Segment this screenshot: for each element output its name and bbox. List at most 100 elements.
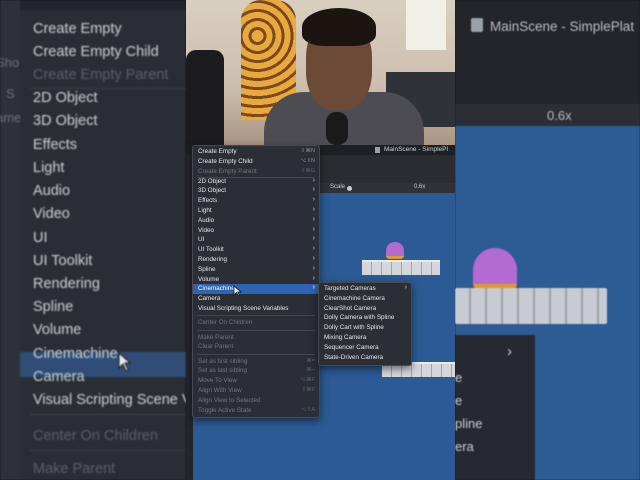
menu-item-label: Create Empty: [198, 148, 237, 155]
menu-item-label: Audio: [198, 216, 215, 224]
background-menu-item: Effects: [33, 137, 78, 153]
background-menu: Create Empty Create Empty Child Create E…: [20, 10, 186, 480]
menu-item-spline[interactable]: Spline ›: [193, 265, 319, 275]
menu-item-label: 2D Object: [198, 177, 226, 185]
scene-title[interactable]: MainScene - SimplePl: [384, 146, 448, 153]
submenu-item-label: Targeted Cameras: [324, 285, 376, 292]
submenu-item-label: Sequencer Camera: [324, 343, 379, 351]
menu-item-toggle-active-state[interactable]: Toggle Active State ⌥⇧A: [193, 406, 319, 416]
menu-item-move-to-view[interactable]: Move To View ⌥⌘F: [193, 376, 319, 386]
menu-item-label: Effects: [198, 197, 218, 205]
background-strip-text: ame: [0, 110, 22, 125]
background-menu-item: 2D Object: [33, 90, 98, 106]
webcam-overlay: [186, 0, 455, 145]
menu-item-label: Light: [198, 206, 212, 214]
menu-item-create-empty-child[interactable]: Create Empty Child ⌥⇧N: [193, 157, 319, 167]
scale-value: 0.6x: [414, 184, 426, 190]
menu-item-audio[interactable]: Audio ›: [193, 216, 319, 226]
menu-item-create-empty[interactable]: Create Empty ⇧⌘N: [193, 147, 319, 157]
menu-item-effects[interactable]: Effects ›: [193, 196, 319, 206]
background-menu-item: Center On Children: [33, 428, 158, 444]
menu-item-label: Toggle Active State: [198, 406, 252, 414]
menu-item-3d-object[interactable]: 3D Object ›: [193, 186, 319, 196]
background-submenu-text: pline: [455, 416, 483, 431]
background-menu-item: Light: [33, 160, 65, 176]
background-menu-item: Make Parent: [33, 461, 116, 477]
menu-item-label: Cinemachine: [198, 285, 235, 293]
menu-item-create-empty-parent[interactable]: Create Empty Parent ⇧⌘G: [193, 167, 319, 177]
menu-item-2d-object[interactable]: 2D Object ›: [193, 177, 319, 187]
submenu-item-clearshot-camera[interactable]: ClearShot Camera: [319, 304, 411, 314]
menu-item-label: Video: [198, 226, 214, 234]
chevron-right-icon: ›: [312, 225, 315, 233]
menu-item-label: Move To View: [198, 377, 237, 385]
menu-item-align-with-view[interactable]: Align With View ⇧⌘F: [193, 386, 319, 396]
menu-item-label: Volume: [198, 275, 220, 283]
background-submenu-text: e: [455, 370, 463, 385]
menu-item-label: UI Toolkit: [198, 246, 224, 254]
background-menu-item: UI: [33, 230, 48, 246]
menu-separator: [197, 329, 315, 331]
gameobject-context-menu: Create Empty ⇧⌘N Create Empty Child ⌥⇧N Cr…: [192, 145, 320, 418]
menu-separator: [197, 315, 315, 316]
menu-item-make-parent[interactable]: Make Parent: [193, 333, 319, 343]
menu-item-label: Clear Parent: [198, 343, 234, 351]
chevron-right-icon: ›: [312, 215, 315, 223]
menu-item-clear-parent[interactable]: Clear Parent: [193, 342, 319, 352]
scale-slider-knob[interactable]: [347, 186, 352, 191]
menu-item-volume[interactable]: Volume ›: [193, 275, 319, 285]
background-scale-bar: 0.6x: [455, 104, 640, 126]
menu-item-shortcut: ⇧⌘N: [300, 148, 315, 154]
menu-item-set-first-sibling[interactable]: Set as first sibling ⌘=: [193, 357, 319, 367]
menu-item-label: Spline: [198, 265, 216, 273]
menu-item-camera[interactable]: Camera: [193, 294, 319, 304]
background-menu-item: Camera: [33, 369, 85, 385]
background-menu-item: UI Toolkit: [33, 253, 93, 269]
chevron-right-icon: ›: [312, 254, 315, 262]
menu-item-center-on-children[interactable]: Center On Children: [193, 318, 319, 328]
background-platform: [455, 288, 607, 324]
submenu-item-cinemachine-camera[interactable]: Cinemachine Camera: [319, 294, 411, 304]
submenu-item-label: Dolly Camera with Spline: [324, 314, 395, 322]
menu-item-shortcut: ⇧⌘G: [300, 167, 315, 174]
background-separator: [30, 450, 186, 451]
menu-item-light[interactable]: Light ›: [193, 206, 319, 216]
menu-separator: [197, 353, 315, 355]
submenu-item-dolly-camera-with-spline[interactable]: Dolly Camera with Spline: [319, 313, 411, 323]
menu-item-align-view-to-selected[interactable]: Align View to Selected: [193, 396, 319, 406]
snail-sprite[interactable]: [386, 242, 404, 259]
submenu-item-dolly-cart-with-spline[interactable]: Dolly Cart with Spline: [319, 323, 411, 333]
submenu-item-state-driven-camera[interactable]: State-Driven Camera: [319, 353, 411, 363]
menu-item-label: Make Parent: [198, 333, 234, 341]
menu-item-shortcut: ⌥⇧N: [300, 158, 315, 164]
background-scene-zoom: MainScene - SimplePlat 0.6x e e pline er…: [455, 0, 640, 480]
menu-item-rendering[interactable]: Rendering ›: [193, 255, 319, 265]
menu-item-ui-toolkit[interactable]: UI Toolkit ›: [193, 245, 319, 255]
platform-tile[interactable]: [362, 260, 440, 275]
submenu-item-label: Mixing Camera: [324, 334, 367, 341]
menu-item-video[interactable]: Video ›: [193, 226, 319, 236]
submenu-item-targeted-cameras[interactable]: Targeted Cameras ›: [319, 284, 411, 294]
menu-item-label: Align View to Selected: [198, 396, 261, 404]
background-menu-item: Volume: [33, 322, 82, 338]
chevron-right-icon: ›: [312, 186, 315, 194]
background-cursor-icon: [118, 352, 132, 372]
menu-item-ui[interactable]: UI ›: [193, 235, 319, 245]
background-menu-item: Create Empty Child: [33, 44, 159, 60]
background-separator: [30, 88, 186, 89]
menu-item-visual-scripting-scene-variables[interactable]: Visual Scripting Scene Variables: [193, 304, 319, 314]
background-menu-item: Cinemachine: [33, 346, 118, 362]
menu-item-cinemachine[interactable]: Cinemachine ›: [193, 284, 319, 295]
submenu-item-mixing-camera[interactable]: Mixing Camera: [319, 333, 411, 343]
background-strip-text: S: [6, 86, 15, 101]
chevron-right-icon: ›: [312, 176, 315, 184]
submenu-item-label: Cinemachine Camera: [324, 294, 385, 302]
background-menu-item: Spline: [33, 299, 74, 315]
submenu-item-sequencer-camera[interactable]: Sequencer Camera: [319, 343, 411, 353]
background-submenu-text: era: [455, 439, 474, 454]
background-separator: [30, 414, 186, 415]
chevron-right-icon: ›: [312, 245, 315, 253]
submenu-item-label: State-Driven Camera: [324, 353, 384, 361]
menu-item-set-last-sibling[interactable]: Set as last sibling ⌘−: [193, 366, 319, 376]
background-submenu-text: e: [455, 393, 463, 408]
